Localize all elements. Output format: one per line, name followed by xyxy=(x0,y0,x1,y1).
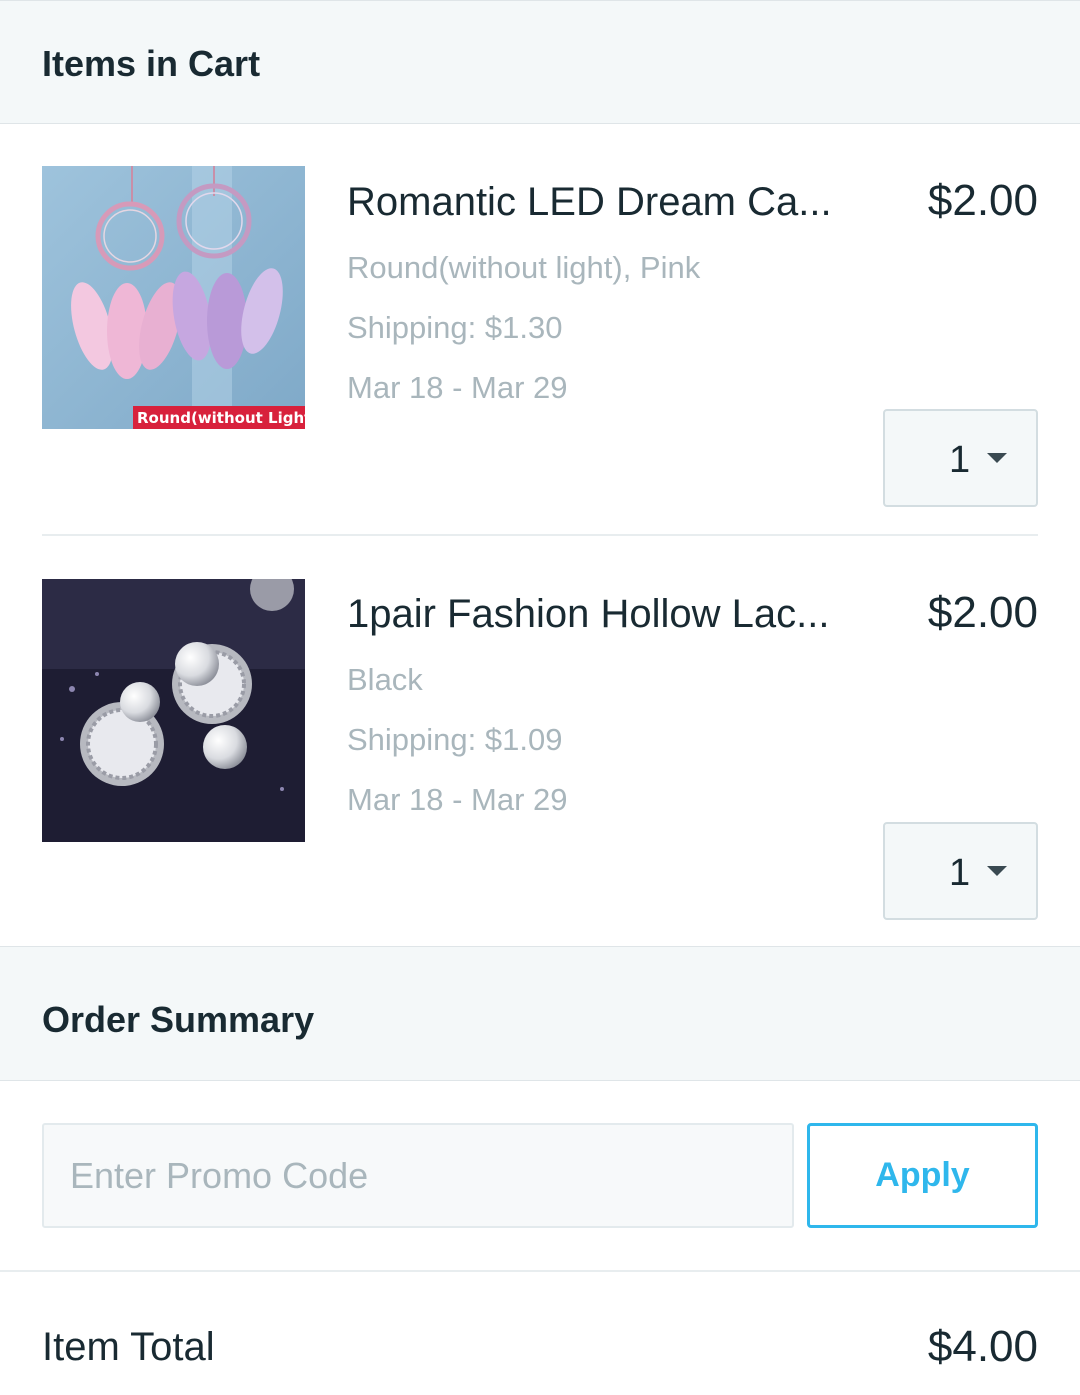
promo-code-input[interactable] xyxy=(42,1123,794,1228)
summary-section-title: Order Summary xyxy=(42,999,315,1040)
item-delivery-dates: Mar 18 - Mar 29 xyxy=(347,782,568,817)
product-image-pearl-earrings[interactable] xyxy=(42,579,305,842)
summary-divider xyxy=(0,1270,1080,1272)
quantity-value: 1 xyxy=(949,852,971,894)
product-image-dream-catcher[interactable]: Round(without Light) xyxy=(42,166,305,429)
product-image-label: Round(without Light) xyxy=(137,409,305,427)
caret-down-icon xyxy=(987,453,1007,463)
item-total-label: Item Total xyxy=(42,1325,215,1369)
item-price: $2.00 xyxy=(927,176,1038,225)
apply-promo-button[interactable]: Apply xyxy=(807,1123,1038,1228)
item-shipping: Shipping: $1.30 xyxy=(347,310,563,345)
item-variant: Round(without light), Pink xyxy=(347,250,701,285)
quantity-value: 1 xyxy=(949,439,971,481)
item-variant: Black xyxy=(347,662,423,697)
cart-section-header: Items in Cart xyxy=(0,0,1080,124)
caret-down-icon xyxy=(987,866,1007,876)
item-price: $2.00 xyxy=(927,588,1038,637)
quantity-dropdown[interactable]: 1 xyxy=(883,409,1038,507)
item-name[interactable]: Romantic LED Dream Ca... xyxy=(347,180,867,225)
item-delivery-dates: Mar 18 - Mar 29 xyxy=(347,370,568,405)
item-name[interactable]: 1pair Fashion Hollow Lac... xyxy=(347,592,867,637)
cart-section-title: Items in Cart xyxy=(42,43,261,84)
item-total-value: $4.00 xyxy=(927,1322,1038,1371)
cart-item[interactable]: 1pair Fashion Hollow Lac... $2.00 Black … xyxy=(0,536,1080,946)
item-shipping: Shipping: $1.09 xyxy=(347,722,563,757)
summary-section-header: Order Summary xyxy=(0,946,1080,1081)
quantity-dropdown[interactable]: 1 xyxy=(883,822,1038,920)
cart-item[interactable]: Round(without Light) Romantic LED Dream … xyxy=(0,124,1080,536)
